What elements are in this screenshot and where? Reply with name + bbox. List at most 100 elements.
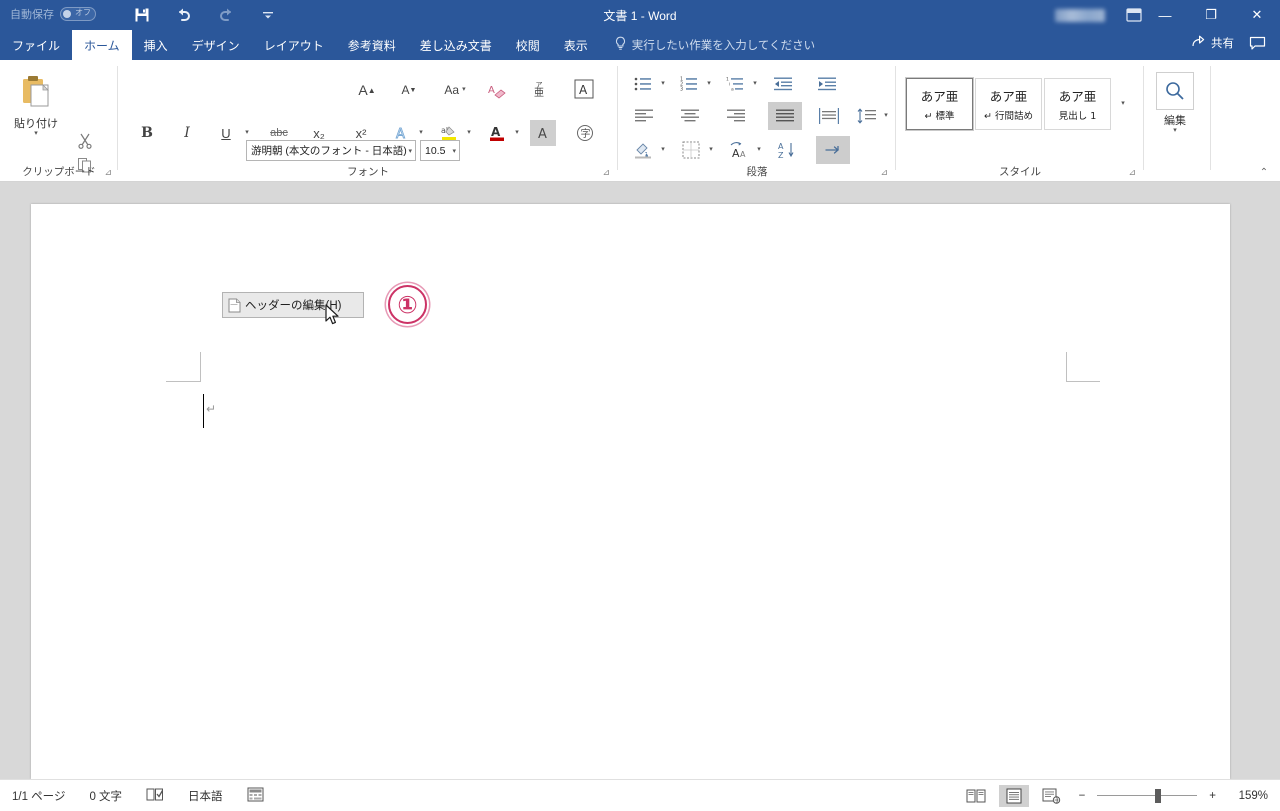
zoom-in-button[interactable]: + [1205,790,1220,802]
decrease-indent-icon[interactable] [770,72,796,96]
justify-icon[interactable] [768,102,802,130]
word-count[interactable]: 0 文字 [89,788,122,804]
borders-caret-icon[interactable]: ▾ [704,140,718,160]
numbered-list-icon[interactable]: 1 2 3 [676,72,702,96]
sort-icon[interactable]: A Z [774,138,800,162]
zoom-out-button[interactable]: − [1075,790,1090,802]
editing-caret-icon[interactable]: ▾ [1173,127,1177,134]
minimize-button[interactable]: ― [1142,0,1188,30]
language-indicator[interactable]: 日本語 [188,788,223,804]
styles-dialog-launcher[interactable]: ⊿ [1128,167,1136,178]
comment-icon[interactable] [1249,36,1266,56]
document-page[interactable]: ↵ ヘッダーの編集(H) ① [31,204,1230,779]
paste-caret-icon[interactable]: ▾ [34,130,38,137]
bold-button[interactable]: B [134,120,160,146]
line-spacing-icon[interactable] [854,104,880,128]
highlight-caret-icon[interactable]: ▾ [462,122,476,144]
numbered-list-caret-icon[interactable]: ▾ [702,74,716,94]
align-left-icon[interactable] [630,104,658,128]
asian-layout-caret-icon[interactable]: ▾ [752,140,766,160]
tab-file[interactable]: ファイル [0,30,72,60]
italic-button[interactable]: I [174,120,200,146]
tell-me-search[interactable]: 実行したい作業を入力してください [614,30,815,60]
tab-references[interactable]: 参考資料 [336,30,408,60]
autosave-toggle[interactable]: 自動保存 オフ [10,6,96,22]
shading-icon[interactable] [630,138,656,162]
enclose-character-icon[interactable]: 字 [572,120,598,146]
style-item-standard[interactable]: あア亜 ↵ 標準 [905,77,974,131]
change-case-icon[interactable]: Aa ▾ [438,78,472,102]
borders-icon[interactable] [678,138,704,162]
print-layout-view-button[interactable] [998,784,1029,807]
tab-insert[interactable]: 挿入 [132,30,180,60]
zoom-level[interactable]: 159% [1228,790,1268,802]
tab-view[interactable]: 表示 [552,30,600,60]
tab-design[interactable]: デザイン [180,30,252,60]
tab-mailings[interactable]: 差し込み文書 [408,30,504,60]
increase-indent-icon[interactable] [814,72,840,96]
show-formatting-marks-icon[interactable] [816,136,850,164]
bullet-list-icon[interactable] [630,72,656,96]
align-center-icon[interactable] [676,104,704,128]
font-color-icon[interactable]: A [484,120,510,146]
user-account-name[interactable] [1055,9,1105,22]
macro-record-icon[interactable] [247,787,264,805]
strikethrough-button[interactable]: abc [264,120,294,146]
read-mode-view-button[interactable] [961,785,991,807]
highlight-icon[interactable]: ab [436,120,462,146]
distribute-icon[interactable] [814,102,844,130]
shading-caret-icon[interactable]: ▾ [656,140,670,160]
font-color-caret-icon[interactable]: ▾ [510,122,524,144]
ribbon-group-paragraph: ▾ 1 2 3 ▾ 1 i a ▾ ▾ ▾ ▾ A A ▾ A Z 段落 ⊿ [618,60,896,182]
zoom-slider-thumb[interactable] [1155,788,1162,803]
status-left: 1/1 ページ 0 文字 日本語 [0,787,264,805]
svg-text:A: A [538,127,547,141]
collapse-ribbon-icon[interactable]: ⌃ [1254,164,1274,180]
multilevel-list-caret-icon[interactable]: ▾ [748,74,762,94]
character-shading-icon[interactable]: A [530,120,556,146]
text-effects-icon[interactable]: A [390,120,414,146]
web-layout-view-button[interactable] [1037,785,1067,807]
line-spacing-caret-icon[interactable]: ▾ [880,106,892,126]
chevron-down-icon[interactable]: ▾ [408,147,412,155]
bullet-list-caret-icon[interactable]: ▾ [656,74,670,94]
phonetic-guide-icon[interactable]: ア亜 [526,78,552,102]
underline-button[interactable]: U [214,120,238,146]
save-icon[interactable] [130,3,154,27]
tab-layout[interactable]: レイアウト [252,30,336,60]
font-dialog-launcher[interactable]: ⊿ [602,167,610,178]
proofing-icon[interactable] [146,787,164,805]
shrink-font-icon[interactable]: A ▼ [396,78,422,102]
multilevel-list-icon[interactable]: 1 i a [722,72,748,96]
style-item-no-spacing[interactable]: あア亜 ↵ 行間詰め [975,78,1042,130]
paragraph-dialog-launcher[interactable]: ⊿ [880,167,888,178]
customize-qat-icon[interactable] [256,3,280,27]
paste-button[interactable]: 貼り付け ▾ [8,74,64,137]
tab-home[interactable]: ホーム [72,30,132,60]
grow-font-icon[interactable]: A ▲ [354,78,380,102]
cut-icon[interactable] [74,130,96,152]
style-sample: あア亜 [1058,89,1097,104]
character-border-icon[interactable]: A [570,76,598,102]
page-count[interactable]: 1/1 ページ [12,788,65,804]
clear-formatting-icon[interactable]: A [484,78,510,102]
styles-more-caret-icon[interactable]: ▾ [1114,94,1132,114]
zoom-slider[interactable] [1097,788,1198,803]
underline-caret-icon[interactable]: ▾ [240,122,254,144]
text-effects-caret-icon[interactable]: ▾ [414,122,428,144]
undo-icon[interactable] [172,3,196,27]
close-button[interactable]: ✕ [1234,0,1280,30]
style-item-heading1[interactable]: あア亜 見出し 1 [1044,78,1111,130]
chevron-down-icon[interactable]: ▾ [452,147,456,155]
tab-review[interactable]: 校閲 [504,30,552,60]
autosave-switch[interactable]: オフ [60,7,96,21]
style-sample: あア亜 [920,89,959,104]
subscript-button[interactable]: x₂ [306,120,332,146]
superscript-button[interactable]: x² [348,120,374,146]
restore-button[interactable]: ❐ [1188,0,1234,30]
align-right-icon[interactable] [722,104,750,128]
editing-button[interactable]: 編集 ▾ [1147,72,1203,134]
share-button[interactable]: 共有 [1191,34,1234,51]
clipboard-dialog-launcher[interactable]: ⊿ [104,167,112,178]
asian-layout-icon[interactable]: A A [726,138,752,162]
